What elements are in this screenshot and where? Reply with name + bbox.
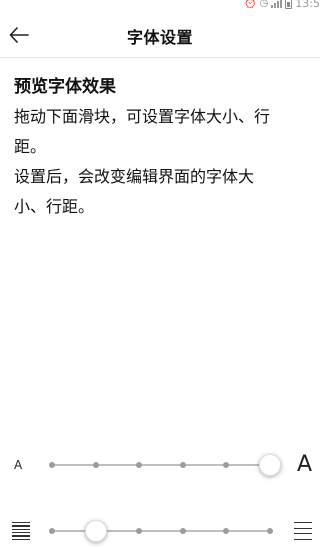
slider-thumb[interactable]	[259, 454, 281, 476]
status-bar: ⏰ ◷ 13:5	[0, 0, 320, 12]
preview-line: 距。	[14, 137, 47, 156]
preview-title: 预览字体效果	[14, 77, 116, 97]
small-font-icon: A	[14, 458, 23, 472]
slider-step[interactable]	[136, 528, 143, 534]
slider-step[interactable]	[223, 462, 230, 468]
line-spacing-slider-row	[0, 514, 320, 548]
slider-step[interactable]	[267, 528, 273, 534]
battery-icon	[285, 0, 293, 9]
status-icons: ⏰ ◷ 13:5	[244, 0, 320, 10]
loose-lines-icon	[294, 522, 312, 540]
font-size-slider-row: A A	[0, 448, 320, 482]
alarm-icon: ⏰	[244, 0, 257, 9]
header: 字体设置	[0, 12, 320, 58]
slider-step[interactable]	[223, 528, 230, 534]
large-font-icon: A	[296, 452, 312, 477]
slider-step[interactable]	[49, 462, 55, 468]
page-title: 字体设置	[126, 28, 193, 47]
clock-icon: ◷	[259, 0, 269, 9]
slider-step[interactable]	[136, 462, 143, 468]
slider-step[interactable]	[49, 528, 55, 534]
signal-icon	[271, 0, 283, 8]
status-time: 13:5	[295, 0, 320, 10]
dense-lines-icon	[12, 522, 30, 540]
slider-step[interactable]	[92, 462, 99, 468]
line-spacing-slider[interactable]	[49, 520, 273, 542]
font-size-slider[interactable]	[49, 454, 281, 476]
slider-step[interactable]	[179, 462, 186, 468]
preview-line: 小、行距。	[14, 197, 95, 216]
preview-line: 设置后，会改变编辑界面的字体大	[14, 167, 255, 186]
preview-line: 拖动下面滑块，可设置字体大小、行	[14, 107, 271, 126]
font-preview: 预览字体效果 拖动下面滑块，可设置字体大小、行 距。 设置后，会改变编辑界面的字…	[14, 72, 306, 222]
slider-thumb[interactable]	[84, 520, 107, 542]
slider-step[interactable]	[179, 528, 186, 534]
